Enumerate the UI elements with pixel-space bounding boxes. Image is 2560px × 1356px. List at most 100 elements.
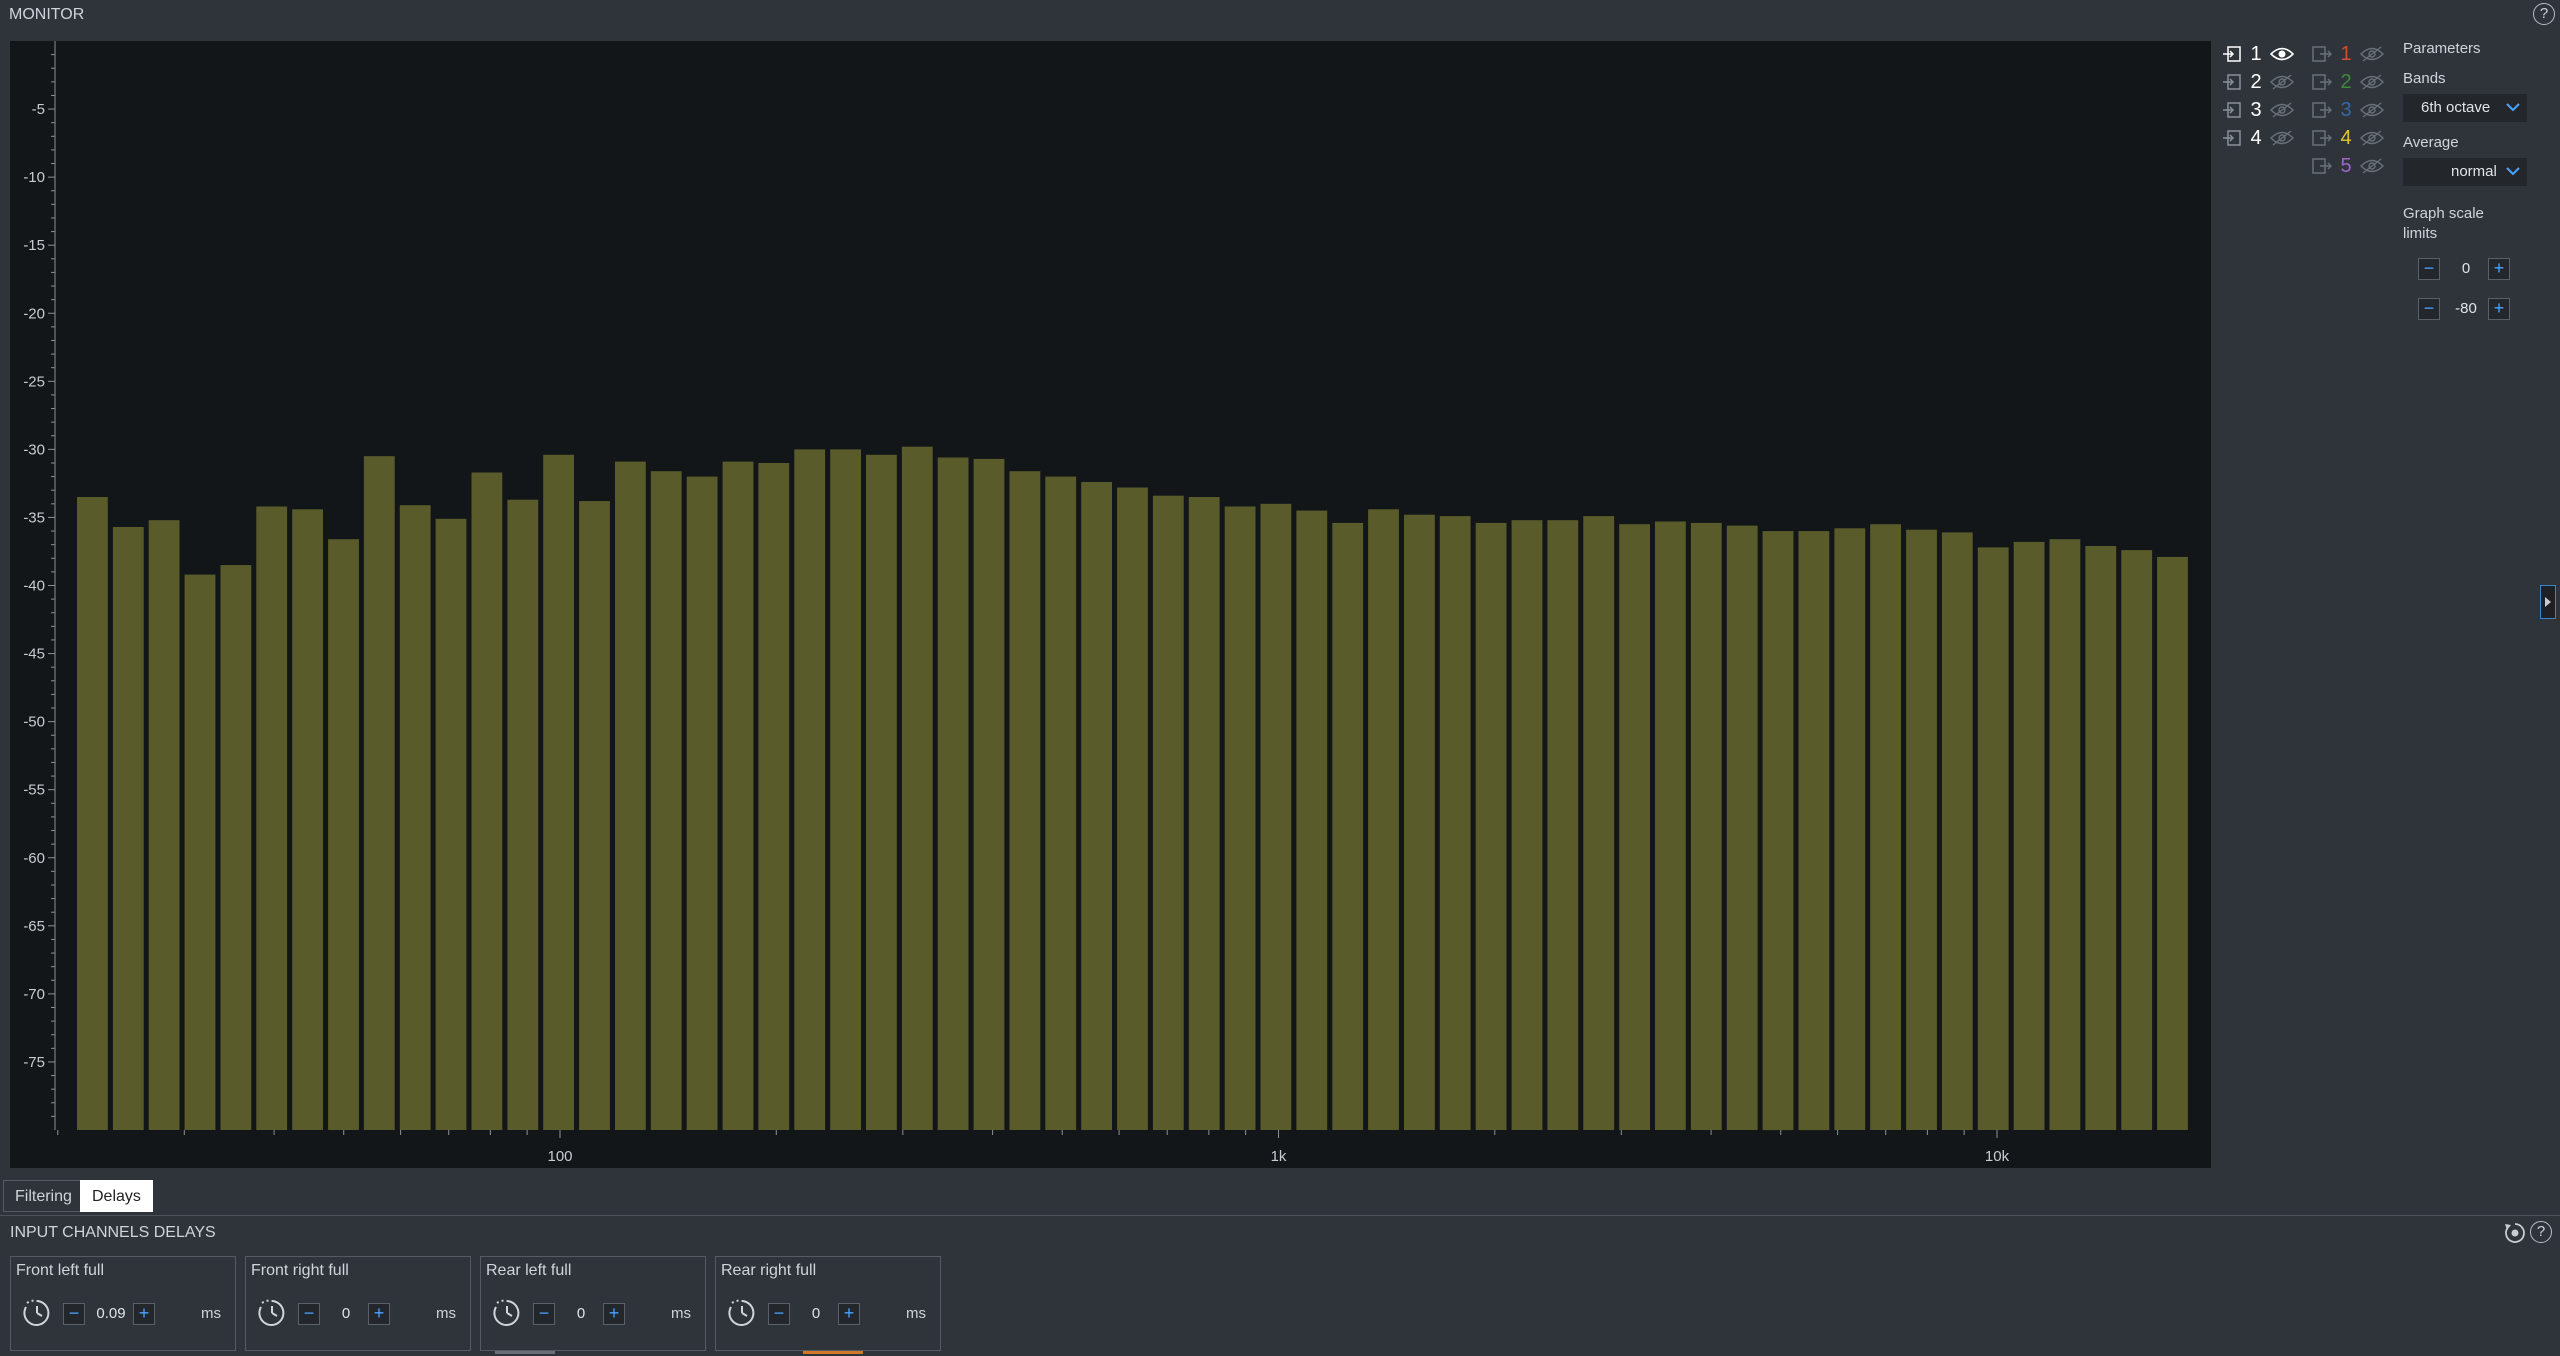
- input-channel-1[interactable]: 1: [2222, 43, 2294, 65]
- delay-channel-name: Front right full: [251, 1262, 349, 1279]
- decrement-button[interactable]: −: [2418, 258, 2440, 280]
- delay-stepper[interactable]: −0 +: [533, 1300, 629, 1328]
- scale-min-value[interactable]: -80: [2444, 295, 2488, 323]
- increment-button[interactable]: +: [2488, 258, 2510, 280]
- spectrum-bar: [1260, 503, 1292, 1130]
- delay-stepper[interactable]: −0 +: [768, 1300, 864, 1328]
- eye-off-icon: [2360, 74, 2384, 90]
- delay-value[interactable]: 0: [794, 1300, 838, 1328]
- parameters-panel: Parameters Bands 6th octave Average norm…: [2403, 40, 2553, 340]
- input-icon: [2223, 102, 2241, 118]
- spectrum-bar: [2049, 539, 2081, 1130]
- input-channel-4[interactable]: 4: [2222, 127, 2294, 149]
- spectrum-bar: [650, 471, 682, 1130]
- spectrum-bar: [1511, 520, 1543, 1130]
- y-tick-label: -25: [23, 373, 45, 390]
- spectrum-bar: [1762, 531, 1794, 1131]
- spectrum-bar: [1081, 482, 1112, 1130]
- delay-channel-name: Rear right full: [721, 1262, 817, 1279]
- spectrum-bar: [112, 527, 144, 1130]
- decrement-button[interactable]: −: [533, 1303, 555, 1325]
- spectrum-bar: [471, 472, 503, 1130]
- spectrum-bar: [866, 454, 897, 1130]
- spectrum-bar: [973, 458, 1005, 1130]
- chevron-down-icon: [2506, 103, 2520, 112]
- x-tick-label: 10k: [1985, 1148, 2010, 1165]
- tab-delays[interactable]: Delays: [80, 1180, 153, 1212]
- spectrum-bar: [220, 565, 252, 1130]
- spectrum-bar: [615, 461, 646, 1131]
- spectrum-bar: [1977, 547, 2009, 1130]
- y-tick-label: -70: [23, 986, 45, 1003]
- delay-value[interactable]: 0: [559, 1300, 603, 1328]
- spectrum-bar: [435, 518, 467, 1130]
- reset-icon[interactable]: [2503, 1221, 2527, 1245]
- clock-icon: [493, 1299, 520, 1326]
- help-icon[interactable]: ?: [2533, 3, 2555, 25]
- delay-unit: ms: [906, 1305, 926, 1322]
- spectrum-bar: [1690, 522, 1722, 1130]
- spectrum-chart-svg: -5 -10 -15 -20 -25 -30 -35 -40 -45 -50 -55 -60 -65 -7…: [23, 41, 2188, 1165]
- spectrum-bar: [1332, 522, 1364, 1130]
- spectrum-bar: [579, 501, 610, 1131]
- spectrum-bar: [901, 446, 933, 1130]
- delay-stepper[interactable]: −0.09 +: [63, 1300, 159, 1328]
- divider: [0, 1215, 2560, 1216]
- decrement-button[interactable]: −: [768, 1303, 790, 1325]
- increment-button[interactable]: +: [368, 1303, 390, 1325]
- spectrum-bar: [1009, 471, 1041, 1130]
- delay-stepper[interactable]: −0 +: [298, 1300, 394, 1328]
- help-icon[interactable]: ?: [2530, 1221, 2552, 1243]
- spectrum-bar: [1583, 516, 1615, 1130]
- scale-max-value[interactable]: 0: [2444, 255, 2488, 283]
- eye-off-icon: [2360, 102, 2384, 118]
- spectrum-bar: [1152, 495, 1184, 1130]
- spectrum-bar: [1870, 524, 1901, 1130]
- delay-card: Rear right full −0 + ms: [715, 1256, 941, 1351]
- output-icon: [2312, 130, 2332, 146]
- spectrum-bar: [1045, 476, 1077, 1131]
- bottom-tab-bar: Filtering Delays: [0, 1180, 2560, 1214]
- spectrum-bar: [399, 505, 431, 1130]
- increment-button[interactable]: +: [2488, 298, 2510, 320]
- y-tick-label: -15: [23, 237, 45, 254]
- spectrum-bar: [2085, 546, 2117, 1130]
- average-select[interactable]: normal: [2403, 158, 2527, 186]
- decrement-button[interactable]: −: [298, 1303, 320, 1325]
- input-channel-3[interactable]: 3: [2222, 99, 2294, 121]
- output-channel-number: 3: [2340, 98, 2352, 121]
- output-channel-5[interactable]: 5: [2312, 155, 2384, 177]
- side-panel-toggle[interactable]: [2540, 585, 2556, 619]
- output-channel-2[interactable]: 2: [2312, 71, 2384, 93]
- clock-icon: [258, 1299, 285, 1326]
- eye-off-icon: [2360, 158, 2384, 174]
- scale-max-stepper[interactable]: − 0 +: [2418, 255, 2514, 283]
- delay-value[interactable]: 0.09: [89, 1300, 133, 1328]
- decrement-button[interactable]: −: [2418, 298, 2440, 320]
- bands-select-value: 6th octave: [2421, 99, 2491, 116]
- output-icon: [2312, 102, 2332, 118]
- clock-icon: [23, 1299, 50, 1326]
- output-channel-number: 2: [2340, 70, 2352, 93]
- increment-button[interactable]: +: [603, 1303, 625, 1325]
- output-channel-3[interactable]: 3: [2312, 99, 2384, 121]
- scale-min-stepper[interactable]: − -80 +: [2418, 295, 2514, 323]
- spectrum-bar: [1834, 528, 1866, 1130]
- bands-select[interactable]: 6th octave: [2403, 94, 2527, 122]
- spectrum-bar: [1941, 532, 1973, 1130]
- input-channel-number: 2: [2250, 70, 2262, 93]
- decrement-button[interactable]: −: [63, 1303, 85, 1325]
- output-icon: [2312, 158, 2332, 174]
- input-icon: [2223, 74, 2241, 90]
- scroll-indicator: [495, 1351, 555, 1354]
- delay-value[interactable]: 0: [324, 1300, 368, 1328]
- input-channel-2[interactable]: 2: [2222, 71, 2294, 93]
- graph-scale-label: Graph scale: [2403, 205, 2484, 222]
- spectrum-bar: [1296, 510, 1328, 1131]
- output-channel-1[interactable]: 1: [2312, 43, 2384, 65]
- delay-channel-name: Rear left full: [486, 1262, 572, 1279]
- tab-filtering[interactable]: Filtering: [3, 1180, 84, 1212]
- increment-button[interactable]: +: [838, 1303, 860, 1325]
- increment-button[interactable]: +: [133, 1303, 155, 1325]
- output-channel-4[interactable]: 4: [2312, 127, 2384, 149]
